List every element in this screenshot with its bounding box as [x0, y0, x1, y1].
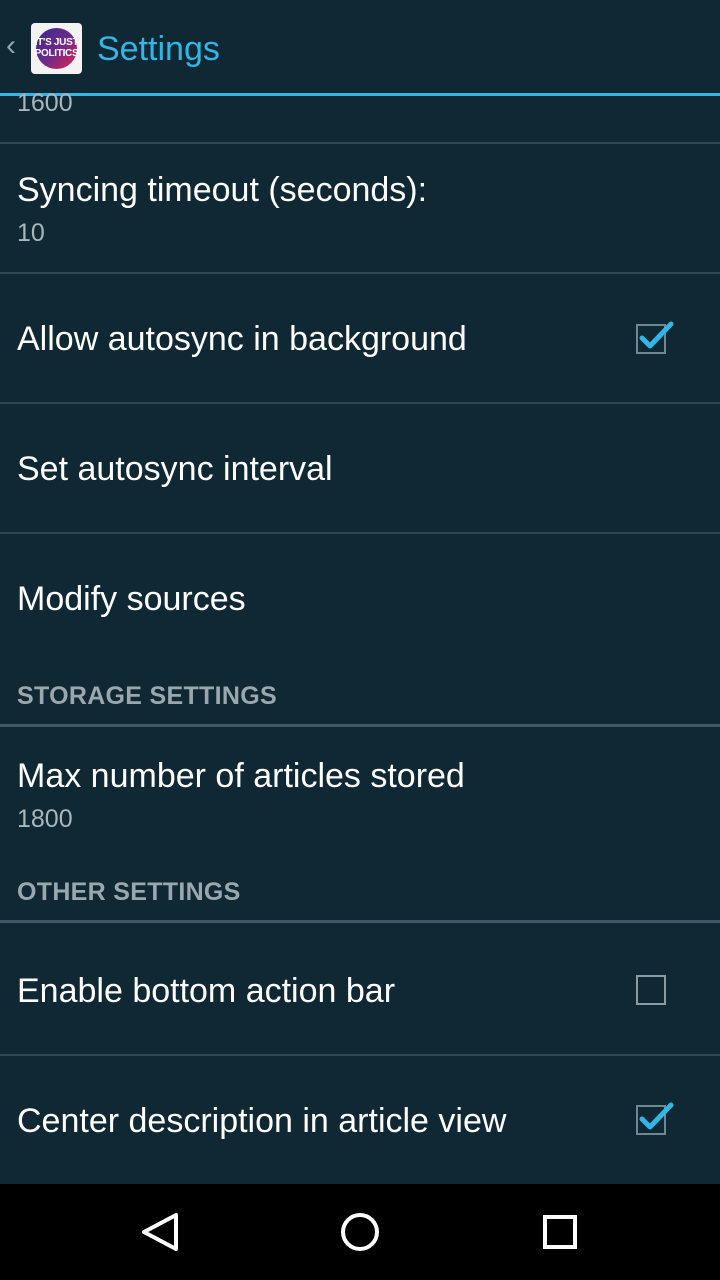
pref-title: Syncing timeout (seconds):: [17, 171, 428, 209]
center-description-checkbox[interactable]: [636, 1102, 674, 1135]
triangle-back-icon[interactable]: [100, 1184, 220, 1280]
divider: [0, 532, 720, 534]
category-other-settings: OTHER SETTINGS: [17, 878, 241, 906]
pref-title: Enable bottom action bar: [17, 972, 396, 1010]
category-divider: [0, 724, 720, 727]
action-bar-underline: [0, 93, 720, 96]
system-nav-bar: [0, 1184, 720, 1280]
divider: [0, 142, 720, 144]
autosync-background-checkbox[interactable]: [636, 321, 674, 354]
app-logo[interactable]: IT'S JUST POLITICS: [31, 23, 82, 74]
chevron-left-icon[interactable]: ‹: [6, 26, 26, 66]
page-title: Settings: [97, 30, 220, 68]
pref-title: Max number of articles stored: [17, 757, 465, 795]
action-bar: ‹ IT'S JUST POLITICS Settings: [0, 0, 720, 96]
circle-home-icon[interactable]: [300, 1184, 420, 1280]
pref-title: Set autosync interval: [17, 450, 333, 488]
logo-text-line1: IT'S JUST: [34, 37, 79, 48]
partial-item-summary: 1600: [17, 89, 73, 117]
divider: [0, 272, 720, 274]
logo-text-line2: POLITICS: [34, 48, 79, 59]
check-icon: [639, 1102, 674, 1130]
pref-summary: 10: [17, 219, 45, 247]
square-recents-icon[interactable]: [500, 1184, 620, 1280]
divider: [0, 1054, 720, 1056]
pref-summary: 1800: [17, 805, 73, 833]
category-storage-settings: STORAGE SETTINGS: [17, 682, 277, 710]
pref-title: Modify sources: [17, 580, 246, 618]
settings-screen: ‹ IT'S JUST POLITICS Settings 1600 Synci…: [0, 0, 720, 1280]
check-icon: [639, 321, 674, 349]
category-divider: [0, 920, 720, 923]
pref-title: Allow autosync in background: [17, 320, 467, 358]
bottom-action-bar-checkbox[interactable]: [636, 975, 666, 1005]
pref-title: Center description in article view: [17, 1102, 507, 1140]
divider: [0, 402, 720, 404]
